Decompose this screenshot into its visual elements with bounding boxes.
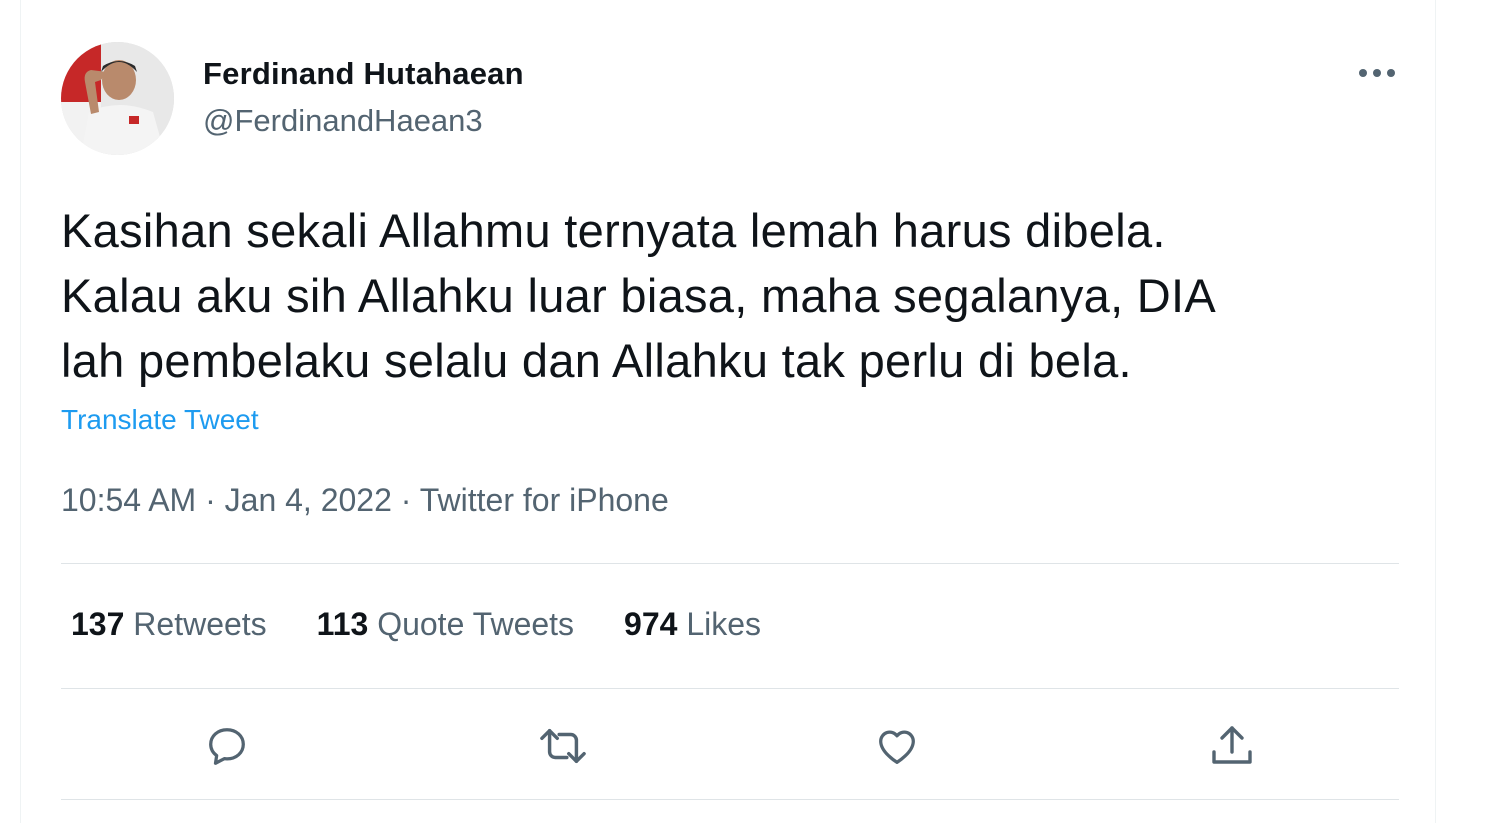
translate-tweet-link[interactable]: Translate Tweet xyxy=(61,404,259,436)
divider xyxy=(61,563,1399,564)
avatar-photo xyxy=(61,42,174,155)
retweets-label: Retweets xyxy=(124,606,267,642)
tweet-metadata: 10:54 AM · Jan 4, 2022 · Twitter for iPh… xyxy=(61,482,669,519)
retweet-icon[interactable] xyxy=(535,718,591,774)
retweets-stat[interactable]: 137 Retweets xyxy=(71,606,267,643)
tweet-stats: 137 Retweets 113 Quote Tweets 974 Likes xyxy=(71,606,811,643)
likes-count: 974 xyxy=(624,606,678,642)
likes-stat[interactable]: 974 Likes xyxy=(624,606,761,643)
divider xyxy=(61,688,1399,689)
tweet-actions xyxy=(21,718,1435,774)
share-icon[interactable] xyxy=(1204,718,1260,774)
avatar[interactable] xyxy=(61,42,174,155)
quote-tweets-label: Quote Tweets xyxy=(368,606,575,642)
tweet-time[interactable]: 10:54 AM xyxy=(61,482,196,518)
tweet-source[interactable]: Twitter for iPhone xyxy=(420,482,669,518)
tweet-card: Ferdinand Hutahaean @FerdinandHaean3 Kas… xyxy=(20,0,1436,823)
meta-separator: · xyxy=(391,482,420,518)
display-name[interactable]: Ferdinand Hutahaean xyxy=(203,56,524,92)
retweets-count: 137 xyxy=(71,606,125,642)
tweet-date[interactable]: Jan 4, 2022 xyxy=(225,482,392,518)
user-handle[interactable]: @FerdinandHaean3 xyxy=(203,103,483,139)
likes-label: Likes xyxy=(677,606,762,642)
more-options-icon[interactable] xyxy=(1351,56,1403,90)
meta-separator: · xyxy=(196,482,225,518)
like-icon[interactable] xyxy=(869,718,925,774)
reply-icon[interactable] xyxy=(199,718,255,774)
quote-tweets-stat[interactable]: 113 Quote Tweets xyxy=(317,606,574,643)
tweet-text: Kasihan sekali Allahmu ternyata lemah ha… xyxy=(61,204,1217,387)
quote-tweets-count: 113 xyxy=(316,606,369,642)
divider xyxy=(61,799,1399,800)
